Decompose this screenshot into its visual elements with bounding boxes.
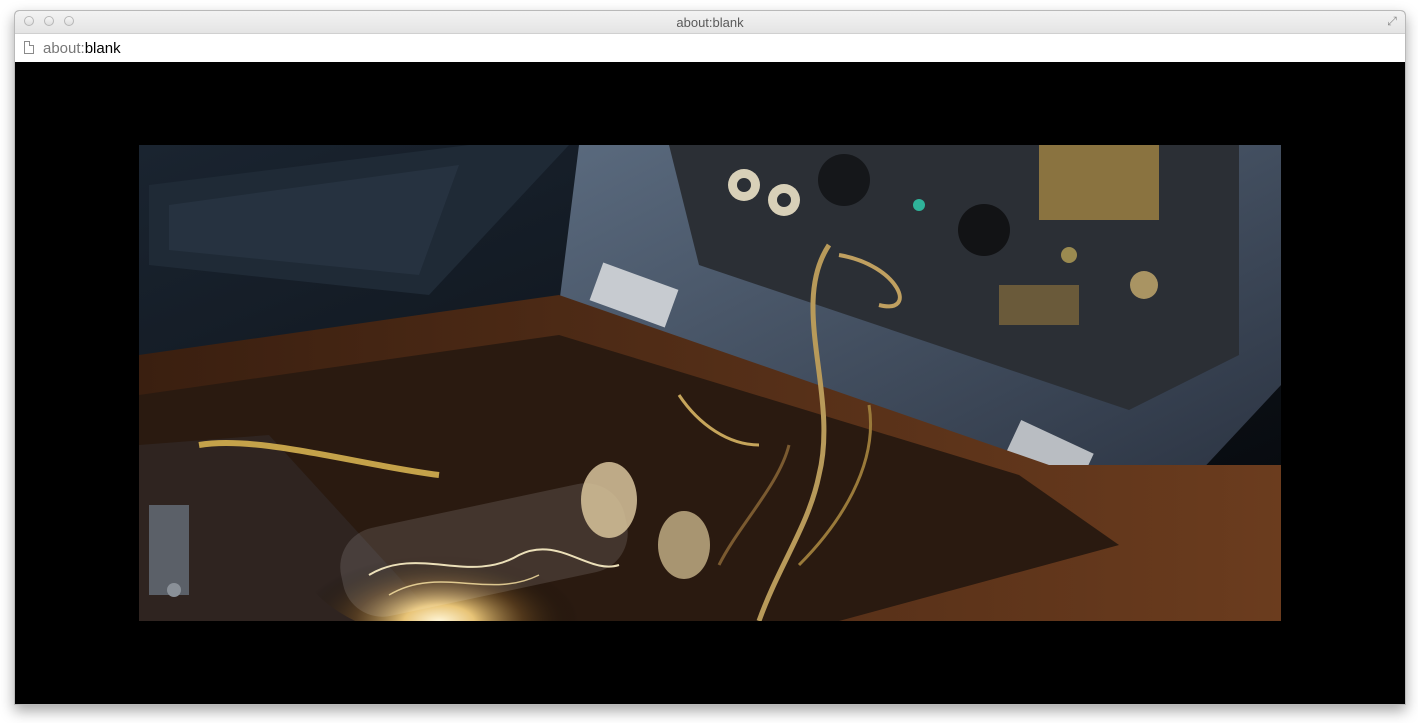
browser-window: about:blank ⤢ about:blank	[14, 10, 1406, 705]
title-bar: about:blank ⤢	[15, 11, 1405, 33]
page-content	[15, 62, 1405, 704]
address-url[interactable]: about:blank	[43, 40, 121, 57]
video-frame[interactable]	[139, 145, 1281, 621]
window-title: about:blank	[676, 15, 744, 30]
fullscreen-icon[interactable]: ⤢	[1385, 14, 1399, 28]
page-icon	[24, 41, 34, 54]
video-still-image	[139, 145, 1281, 621]
url-scheme: about:	[43, 40, 85, 57]
url-path: blank	[84, 40, 121, 57]
address-bar[interactable]: about:blank	[15, 33, 1405, 63]
